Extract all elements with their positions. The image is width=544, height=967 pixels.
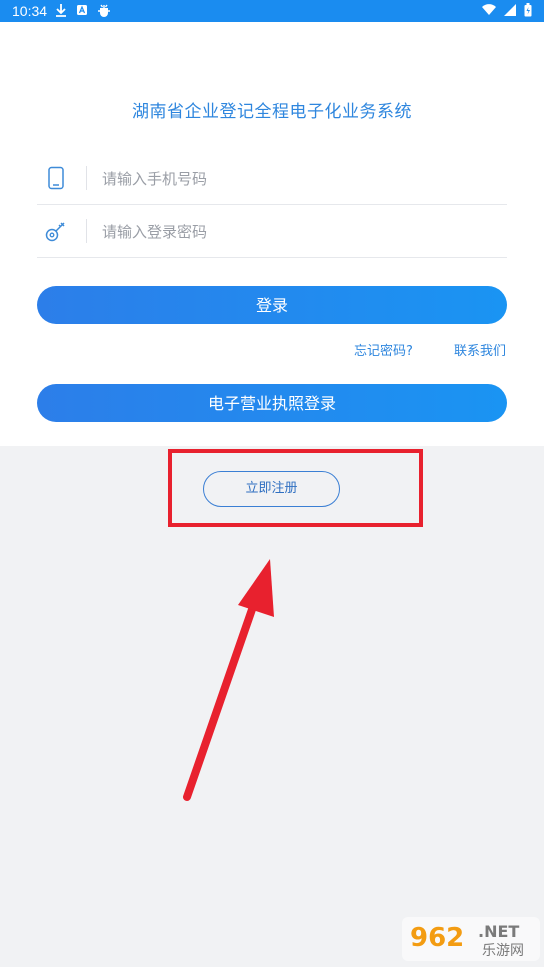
svg-text:.NET: .NET: [478, 922, 519, 941]
svg-text:962: 962: [410, 923, 464, 953]
svg-text:乐游网: 乐游网: [482, 943, 524, 959]
watermark-logo: 962 .NET 乐游网: [402, 917, 540, 961]
annotation-arrow: [183, 559, 274, 801]
